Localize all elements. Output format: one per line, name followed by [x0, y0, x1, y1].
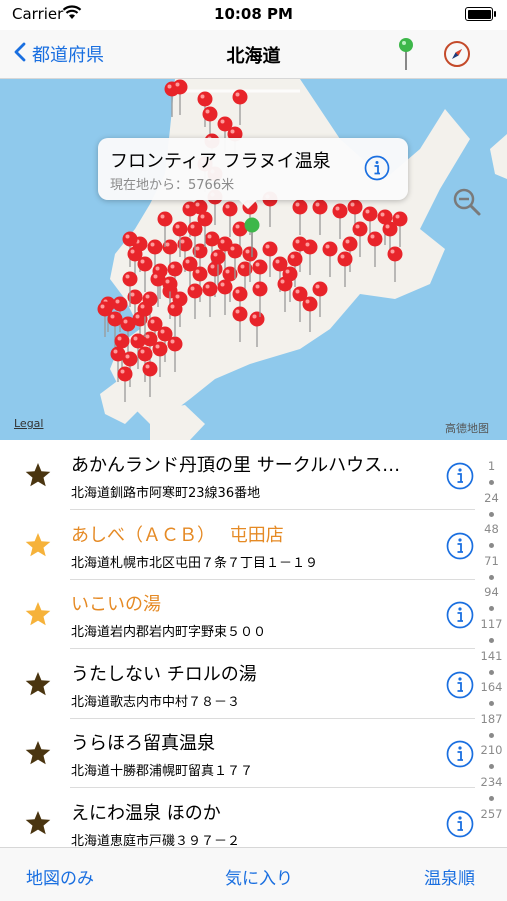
index-dot — [489, 543, 494, 549]
onsen-address: 北海道岩内郡岩内町字野束５００ — [71, 625, 267, 640]
onsen-name: うらほろ留真温泉 — [71, 733, 215, 754]
index-dot — [489, 796, 494, 801]
callout-title: フロンティア フラヌイ温泉 — [110, 151, 331, 172]
onsen-address: 北海道札幌市北区屯田７条７丁目１－１９ — [71, 555, 319, 571]
onsen-list[interactable]: あかんランド丹頂の里 サークルハウス… 北海道釧路市阿寒町23線36番地あしべ（Ａ… — [0, 441, 507, 847]
index-dot — [489, 669, 494, 675]
star-icon[interactable] — [24, 809, 52, 841]
compass-icon — [443, 41, 471, 72]
index-label[interactable]: 1 — [476, 459, 507, 473]
list-item[interactable]: えにわ温泉 ほのか北海道恵庭市戸磯３９７－２ — [0, 789, 475, 848]
star-icon[interactable] — [24, 670, 52, 702]
callout-distance: 現在地から：5766米 — [110, 178, 235, 193]
favorites-button[interactable]: 気に入り — [225, 864, 293, 889]
list-item[interactable]: あしべ（ＡＣＢ） 屯田店北海道札幌市北区屯田７条７丁目１－１９ — [0, 511, 475, 580]
info-circle-icon[interactable] — [446, 740, 474, 772]
info-circle-icon — [364, 155, 390, 185]
index-dot — [489, 764, 494, 770]
section-index[interactable]: 1 24 48 71 94 117 141 164 187 210 234 257 — [476, 459, 507, 829]
index-label[interactable]: 164 — [476, 680, 507, 694]
info-circle-icon[interactable] — [446, 810, 474, 842]
list-item[interactable]: あかんランド丹頂の里 サークルハウス… 北海道釧路市阿寒町23線36番地 — [0, 441, 475, 510]
index-dot — [489, 701, 494, 707]
index-label[interactable]: 187 — [476, 712, 507, 726]
onsen-name: あしべ（ＡＣＢ） 屯田店 — [71, 524, 284, 546]
onsen-address: 北海道歌志内市中村７８－３ — [71, 694, 241, 710]
index-label[interactable]: 257 — [476, 807, 507, 821]
map-pin-button[interactable] — [395, 36, 417, 76]
list-item[interactable]: うらほろ留真温泉北海道十勝郡浦幌町留真１７７ — [0, 719, 475, 788]
info-circle-icon[interactable] — [446, 601, 474, 633]
index-dot — [489, 511, 494, 517]
page-title: 北海道 — [226, 46, 281, 67]
battery-icon — [465, 7, 496, 21]
index-label[interactable]: 117 — [476, 617, 507, 631]
index-dot — [489, 606, 494, 612]
onsen-address: 北海道恵庭市戸磯３９７－２ — [71, 833, 241, 848]
index-dot — [489, 638, 494, 643]
star-icon[interactable] — [24, 531, 52, 563]
status-bar: Carrier 10:08 PM — [0, 0, 507, 30]
clock: 10:08 PM — [214, 5, 293, 23]
info-circle-icon[interactable] — [446, 462, 474, 494]
onsen-order-button[interactable]: 温泉順 — [424, 864, 475, 889]
map-pin-icon — [395, 38, 417, 76]
index-label[interactable]: 24 — [476, 491, 507, 505]
index-dot — [489, 732, 494, 738]
index-label[interactable]: 94 — [476, 585, 507, 599]
index-dot — [489, 574, 494, 580]
index-label[interactable]: 141 — [476, 649, 507, 663]
list-item[interactable]: うたしない チロルの湯北海道歌志内市中村７８－３ — [0, 650, 475, 719]
list-item[interactable]: いこいの湯北海道岩内郡岩内町字野束５００ — [0, 580, 475, 649]
onsen-name: あかんランド丹頂の里 サークルハウス… — [71, 455, 401, 476]
index-label[interactable]: 210 — [476, 743, 507, 757]
onsen-address: 北海道十勝郡浦幌町留真１７７ — [71, 764, 254, 779]
legal-link[interactable]: Legal — [14, 417, 43, 430]
star-icon[interactable] — [24, 600, 52, 632]
map-only-button[interactable]: 地図のみ — [26, 864, 94, 889]
map-canvas[interactable] — [0, 79, 507, 440]
callout-info-button[interactable] — [364, 155, 390, 185]
index-label[interactable]: 48 — [476, 522, 507, 536]
map-view[interactable] — [0, 79, 507, 440]
star-icon[interactable] — [24, 461, 52, 493]
index-dot — [489, 480, 494, 485]
map-provider-credit: 高德地图 — [445, 422, 489, 435]
index-label[interactable]: 234 — [476, 775, 507, 789]
info-circle-icon[interactable] — [446, 532, 474, 564]
navigation-bar: 都道府県 北海道 — [0, 30, 507, 79]
compass-button[interactable] — [443, 40, 471, 72]
star-icon[interactable] — [24, 739, 52, 771]
onsen-address: 北海道釧路市阿寒町23線36番地 — [71, 486, 261, 501]
info-circle-icon[interactable] — [446, 671, 474, 703]
onsen-name: えにわ温泉 ほのか — [71, 802, 221, 824]
bottom-toolbar: 地図のみ 気に入り 温泉順 — [0, 847, 507, 901]
map-callout[interactable]: フロンティア フラヌイ温泉 現在地から：5766米 — [98, 138, 408, 209]
onsen-name: うたしない チロルの湯 — [71, 663, 257, 685]
index-label[interactable]: 71 — [476, 554, 507, 568]
onsen-name: いこいの湯 — [71, 594, 161, 615]
